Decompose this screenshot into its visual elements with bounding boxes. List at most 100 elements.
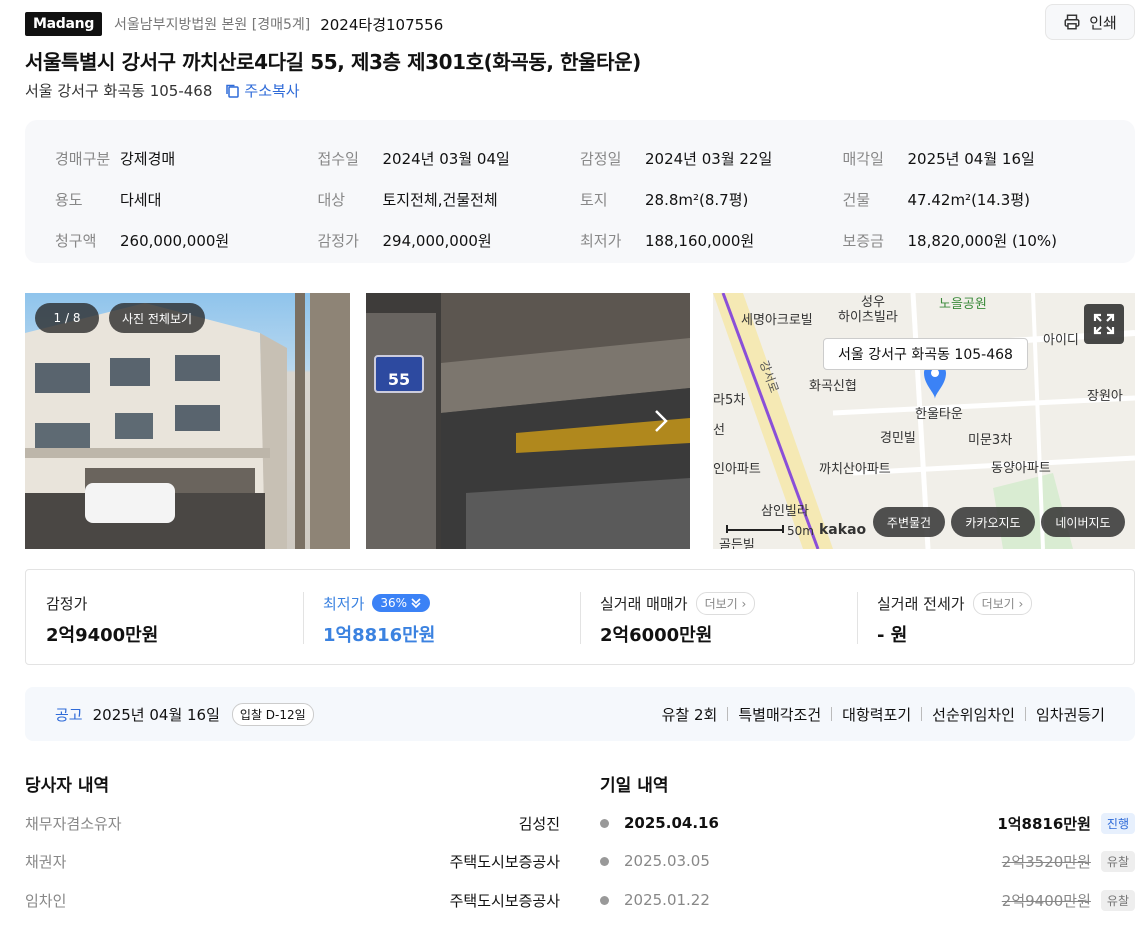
chevron-right-icon [655,410,668,432]
map-label: 한울타운 [915,407,963,422]
map-expand-button[interactable] [1084,304,1124,344]
info-label: 건물 [842,191,871,209]
map-label: 하이츠빌라 [838,310,898,325]
info-value: 18,820,000원 (10%) [907,232,1058,250]
double-chevron-down-icon [411,598,421,609]
status-badge: 유찰 [1100,850,1135,872]
flag-item[interactable]: 임차권등기 [1036,704,1105,725]
summary-label-text: 최저가 [323,594,365,613]
flag-item[interactable]: 선순위임차인 [932,704,1015,725]
map-label: 라5차 [713,393,746,408]
map-label: 골든빌 [719,538,755,549]
status-badge: 진행 [1100,812,1135,834]
lot-address: 서울 강서구 화곡동 105-468 [25,82,213,100]
parking-photo-image [366,293,690,549]
map-label: 세명아크로빌 [741,313,813,328]
notice-date: 2025년 04월 16일 [92,705,220,724]
discount-badge[interactable]: 36% [372,594,431,612]
map-label: 노을공원 [939,297,987,312]
photo-counter: 1 / 8 [35,303,99,333]
flag-item[interactable]: 대항력포기 [842,704,911,725]
info-label: 대상 [317,191,346,209]
chevron-right-icon: › [741,596,747,611]
info-claim: 청구액 260,000,000원 [55,220,318,261]
building-photo[interactable]: 1 / 8 사진 전체보기 [25,293,350,549]
map-label: 아이디 [1043,333,1079,348]
history-price: 2억3520만원 [1001,852,1091,871]
summary-label-text: 실거래 매매가 [600,594,688,613]
flag-item[interactable]: 특별매각조건 [738,704,821,725]
court-name: 서울남부지방법원 본원 [경매5계] [114,17,311,33]
info-value: 28.8m²(8.7평) [645,191,749,209]
expand-icon [1093,313,1115,335]
party-row: 채권자 주택도시보증공사 [25,842,560,880]
info-label: 최저가 [580,232,622,250]
history-row: 2025.01.22 2억9400만원 유찰 [600,881,1135,919]
map-label: 화곡신협 [809,379,857,394]
info-value: 토지전체,건물전체 [382,191,498,209]
kakao-map-button[interactable]: 카카오지도 [951,507,1035,537]
nearby-items-button[interactable]: 주변물건 [873,507,945,537]
info-value: 47.42m²(14.3평) [907,191,1030,209]
map-label: 장원아 [1087,389,1123,404]
history-row: 2025.04.16 1억8816만원 진행 [600,804,1135,842]
print-button[interactable]: 인쇄 [1045,4,1135,40]
party-role: 채무자겸소유자 [25,814,122,833]
info-label: 감정가 [317,232,359,250]
page-title: 서울특별시 강서구 까치산로4다길 55, 제3층 제301호(화곡동, 한울타… [25,50,641,74]
party-name: 주택도시보증공사 [449,852,560,871]
info-value: 다세대 [120,191,162,209]
auction-info-panel: 경매구분 강제경매 접수일 2024년 03월 04일 감정일 2024년 03월 2… [25,120,1135,263]
info-value: 188,160,000원 [645,232,755,250]
party-name: 주택도시보증공사 [449,891,560,910]
parking-photo[interactable]: 55 [366,293,690,549]
top-bar: Madang 서울남부지방법원 본원 [경매5계] 2024타경107556 인… [25,4,1135,40]
history-date: 2025.03.05 [624,852,710,870]
price-summary: 감정가 2억9400만원 최저가 36% 1억8816만원 실거래 매매가 더보… [25,569,1135,665]
summary-appraisal: 감정가 2억9400만원 [26,570,303,669]
info-value: 강제경매 [120,150,176,168]
summary-value: 2억9400만원 [46,625,159,646]
history-heading: 기일 내역 [600,776,669,796]
info-label: 경매구분 [55,150,111,168]
chevron-right-icon: › [1018,596,1024,611]
info-auction-type: 경매구분 강제경매 [55,138,318,179]
case-number: 2024타경107556 [320,15,444,34]
info-label: 토지 [580,191,608,209]
info-minimum-price: 최저가 188,160,000원 [580,220,843,261]
info-appraisal-price: 감정가 294,000,000원 [318,220,581,261]
copy-address-label: 주소복사 [244,82,300,100]
dday-badge: 입찰 D-12일 [231,702,314,726]
info-sale-date: 매각일 2025년 04월 16일 [843,138,1106,179]
discount-badge-text: 36% [380,596,408,610]
building-number-sign: 55 [374,355,424,393]
print-label: 인쇄 [1089,13,1117,32]
info-received-date: 접수일 2024년 03월 04일 [318,138,581,179]
trade-more-button[interactable]: 더보기 › [695,591,756,615]
parties-heading: 당사자 내역 [25,776,110,796]
info-appraisal-date: 감정일 2024년 03월 22일 [580,138,843,179]
sign-number: 55 [387,370,411,389]
copy-address-button[interactable]: 주소복사 [224,80,300,101]
flag-item[interactable]: 유찰 2회 [662,704,718,725]
info-label: 감정일 [580,150,622,168]
naver-map-button[interactable]: 네이버지도 [1041,507,1125,537]
location-map[interactable]: 성우 노을공원 세명아크로빌 하이츠빌라 아이디 화곡신협 한울타운 장원아 라… [713,293,1135,549]
info-value: 2025년 04월 16일 [907,150,1035,168]
status-dot [600,818,609,828]
map-label: 미문3차 [968,433,1013,448]
summary-minimum: 최저가 36% 1억8816만원 [303,570,580,669]
view-all-photos-button[interactable]: 사진 전체보기 [109,303,205,333]
info-value: 260,000,000원 [120,232,230,250]
notice-bar: 공고 2025년 04월 16일 입찰 D-12일 유찰 2회 특별매각조건 대… [25,687,1135,741]
jeonse-more-button[interactable]: 더보기 › [972,591,1033,615]
info-land: 토지 28.8m²(8.7평) [580,179,843,220]
info-value: 2024년 03월 22일 [645,150,773,168]
map-address-bubble: 서울 강서구 화곡동 105-468 [823,338,1028,370]
next-photo-button[interactable] [648,405,672,437]
summary-label: 실거래 전세가 더보기 › [877,591,1114,615]
summary-label: 감정가 [46,592,283,614]
status-badge: 유찰 [1100,889,1135,911]
summary-value: 2억6000만원 [600,625,713,646]
map-label: 까치산아파트 [819,462,891,477]
